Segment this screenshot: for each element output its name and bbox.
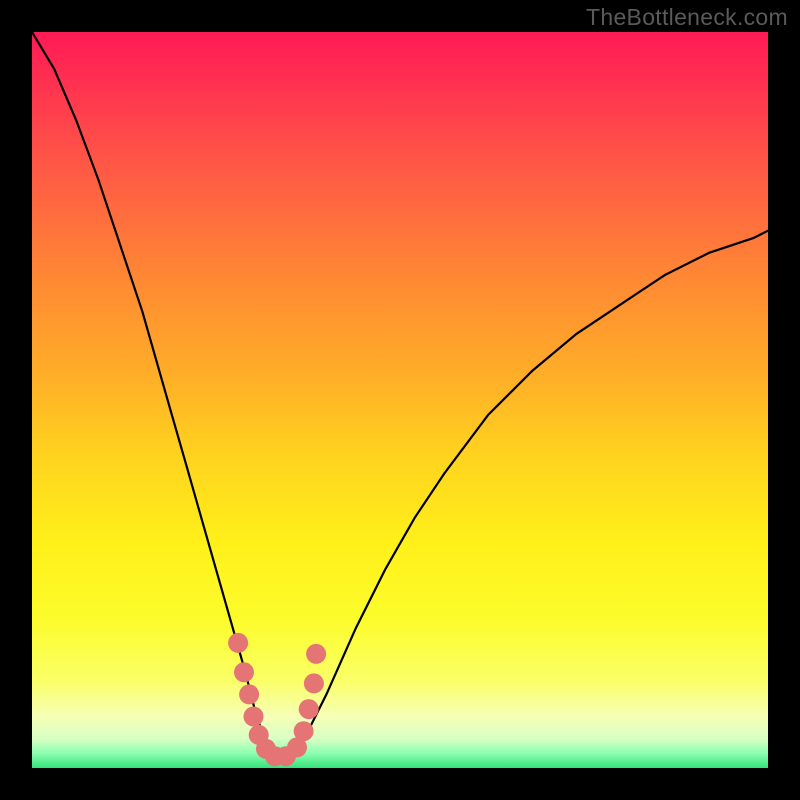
marker-dot: [244, 707, 264, 727]
marker-dot: [304, 673, 324, 693]
marker-dot: [234, 662, 254, 682]
marker-dot: [299, 699, 319, 719]
marker-dots: [228, 633, 326, 766]
curve-layer: [32, 32, 768, 768]
chart-stage: TheBottleneck.com: [0, 0, 800, 800]
bottleneck-curve: [32, 32, 768, 761]
marker-dot: [306, 644, 326, 664]
plot-area: [32, 32, 768, 768]
marker-dot: [239, 684, 259, 704]
watermark-text: TheBottleneck.com: [586, 4, 788, 31]
marker-dot: [294, 721, 314, 741]
marker-dot: [228, 633, 248, 653]
